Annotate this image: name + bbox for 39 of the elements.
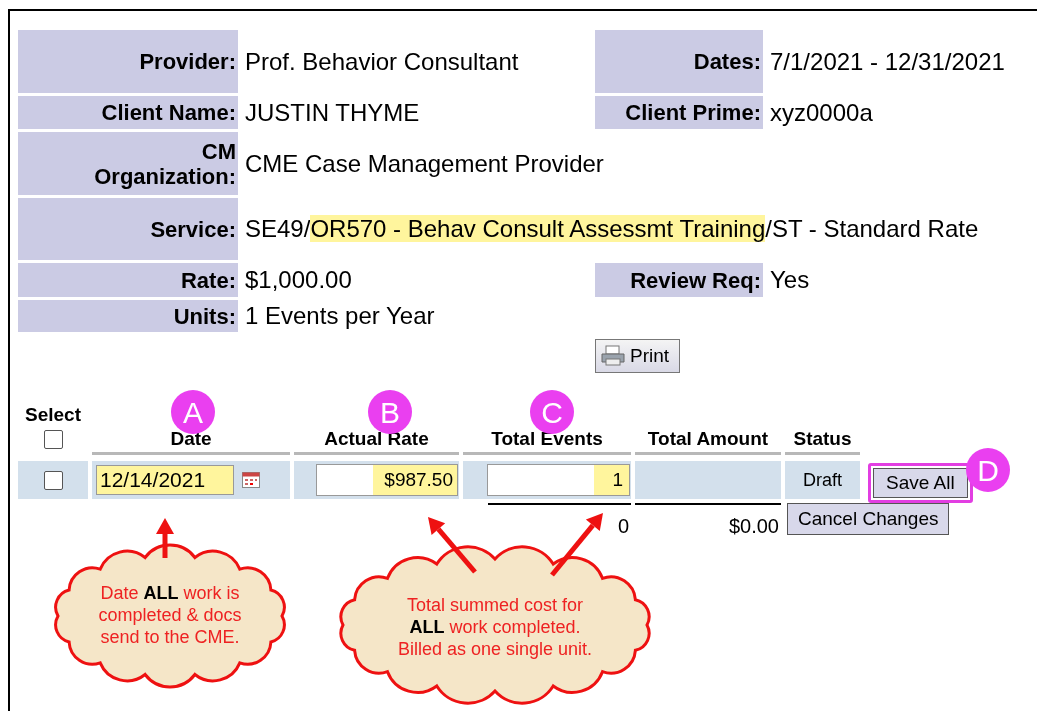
- field-value: $1,000.00: [245, 267, 352, 293]
- field-label: Rate:: [181, 267, 236, 293]
- column-header: Total Amount: [647, 428, 769, 451]
- field-label: Review Req:: [595, 263, 763, 297]
- save-all-button[interactable]: Save All: [873, 468, 968, 498]
- total-amount-value: $0.00: [635, 503, 781, 541]
- letter-badge: D: [966, 448, 1010, 492]
- arrow: [550, 513, 603, 577]
- field-value: JUSTIN THYME: [245, 99, 420, 126]
- status-text: Draft: [803, 468, 842, 492]
- field-value: Prof. Behavior Consultant: [245, 48, 519, 75]
- arrow: [428, 517, 477, 574]
- column-header: Select: [25, 404, 81, 427]
- field-value: Yes: [769, 265, 811, 295]
- field-label: CM Organization:: [93, 138, 236, 189]
- rate-field[interactable]: $987.50: [316, 464, 458, 496]
- print-button[interactable]: Print: [595, 339, 681, 373]
- field-label: Dates:: [595, 30, 763, 93]
- field-label: Provider:: [139, 49, 236, 74]
- calendar-icon[interactable]: [242, 472, 260, 488]
- select-all-checkbox[interactable]: [43, 430, 63, 449]
- callout-text: Total summed cost for ALL work completed. Billed as one single unit.: [396, 594, 594, 660]
- arrow: [156, 518, 174, 558]
- field-value: 7/1/2021 - 12/31/2021: [769, 46, 1006, 77]
- printer-icon: [600, 345, 626, 367]
- date-field[interactable]: 12/14/2021: [96, 465, 234, 495]
- callout-text: Date ALL work is completed & docs send to the CME.: [97, 582, 243, 648]
- events-field[interactable]: 1: [487, 464, 630, 496]
- field-value: xyz0000a: [769, 97, 874, 128]
- column-header: Status: [793, 428, 852, 451]
- row-checkbox[interactable]: [43, 470, 63, 490]
- cancel-changes-button[interactable]: Cancel Changes: [787, 503, 950, 535]
- field-value: SE49/OR570 - Behav Consult Assessmt Training/ST - Standard Rate: [245, 216, 979, 242]
- field-label: Units:: [173, 303, 236, 329]
- field-value: CME Case Management Provider: [245, 150, 604, 177]
- field-label: Service:: [150, 216, 236, 242]
- field-value: 1 Events per Year: [245, 303, 435, 329]
- field-label: Client Prime:: [595, 96, 763, 129]
- field-label: Client Name:: [101, 100, 236, 125]
